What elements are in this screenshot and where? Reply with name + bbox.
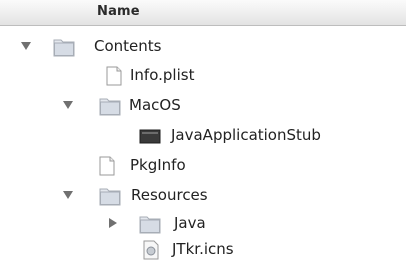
tree-row-java[interactable]: Java xyxy=(0,210,406,238)
tree-item-label: JTkr.icns xyxy=(172,240,234,258)
disclosure-triangle-expanded-icon[interactable] xyxy=(63,101,73,109)
document-icon xyxy=(103,66,125,86)
tree-row-contents[interactable]: Contents xyxy=(0,33,406,61)
tree-item-label: JavaApplicationStub xyxy=(171,126,321,144)
tree-row-jtkr-icns[interactable]: JTkr.icns xyxy=(0,236,406,264)
tree-item-label: MacOS xyxy=(129,96,181,114)
tree-item-label: Contents xyxy=(94,37,162,55)
tree-row-java-application-stub[interactable]: JavaApplicationStub xyxy=(0,122,406,150)
tree-row-resources[interactable]: Resources xyxy=(0,182,406,210)
executable-icon xyxy=(139,126,161,146)
folder-icon xyxy=(139,214,161,234)
tree-item-label: PkgInfo xyxy=(130,156,186,174)
name-column-header[interactable]: Name xyxy=(97,4,140,19)
tree-row-macos[interactable]: MacOS xyxy=(0,92,406,120)
disclosure-triangle-collapsed-icon[interactable] xyxy=(109,218,117,228)
disclosure-triangle-expanded-icon[interactable] xyxy=(21,42,31,50)
column-header-bar: Name xyxy=(0,0,406,26)
disclosure-triangle-expanded-icon[interactable] xyxy=(63,191,73,199)
folder-icon xyxy=(99,186,121,206)
tree-item-label: Info.plist xyxy=(130,66,195,84)
folder-icon xyxy=(99,96,121,116)
icns-file-icon xyxy=(140,240,162,260)
tree-item-label: Java xyxy=(174,214,206,232)
document-icon xyxy=(96,156,118,176)
tree-row-pkginfo[interactable]: PkgInfo xyxy=(0,152,406,180)
tree-item-label: Resources xyxy=(131,186,208,204)
folder-icon xyxy=(53,37,75,57)
tree-row-info-plist[interactable]: Info.plist xyxy=(0,62,406,90)
